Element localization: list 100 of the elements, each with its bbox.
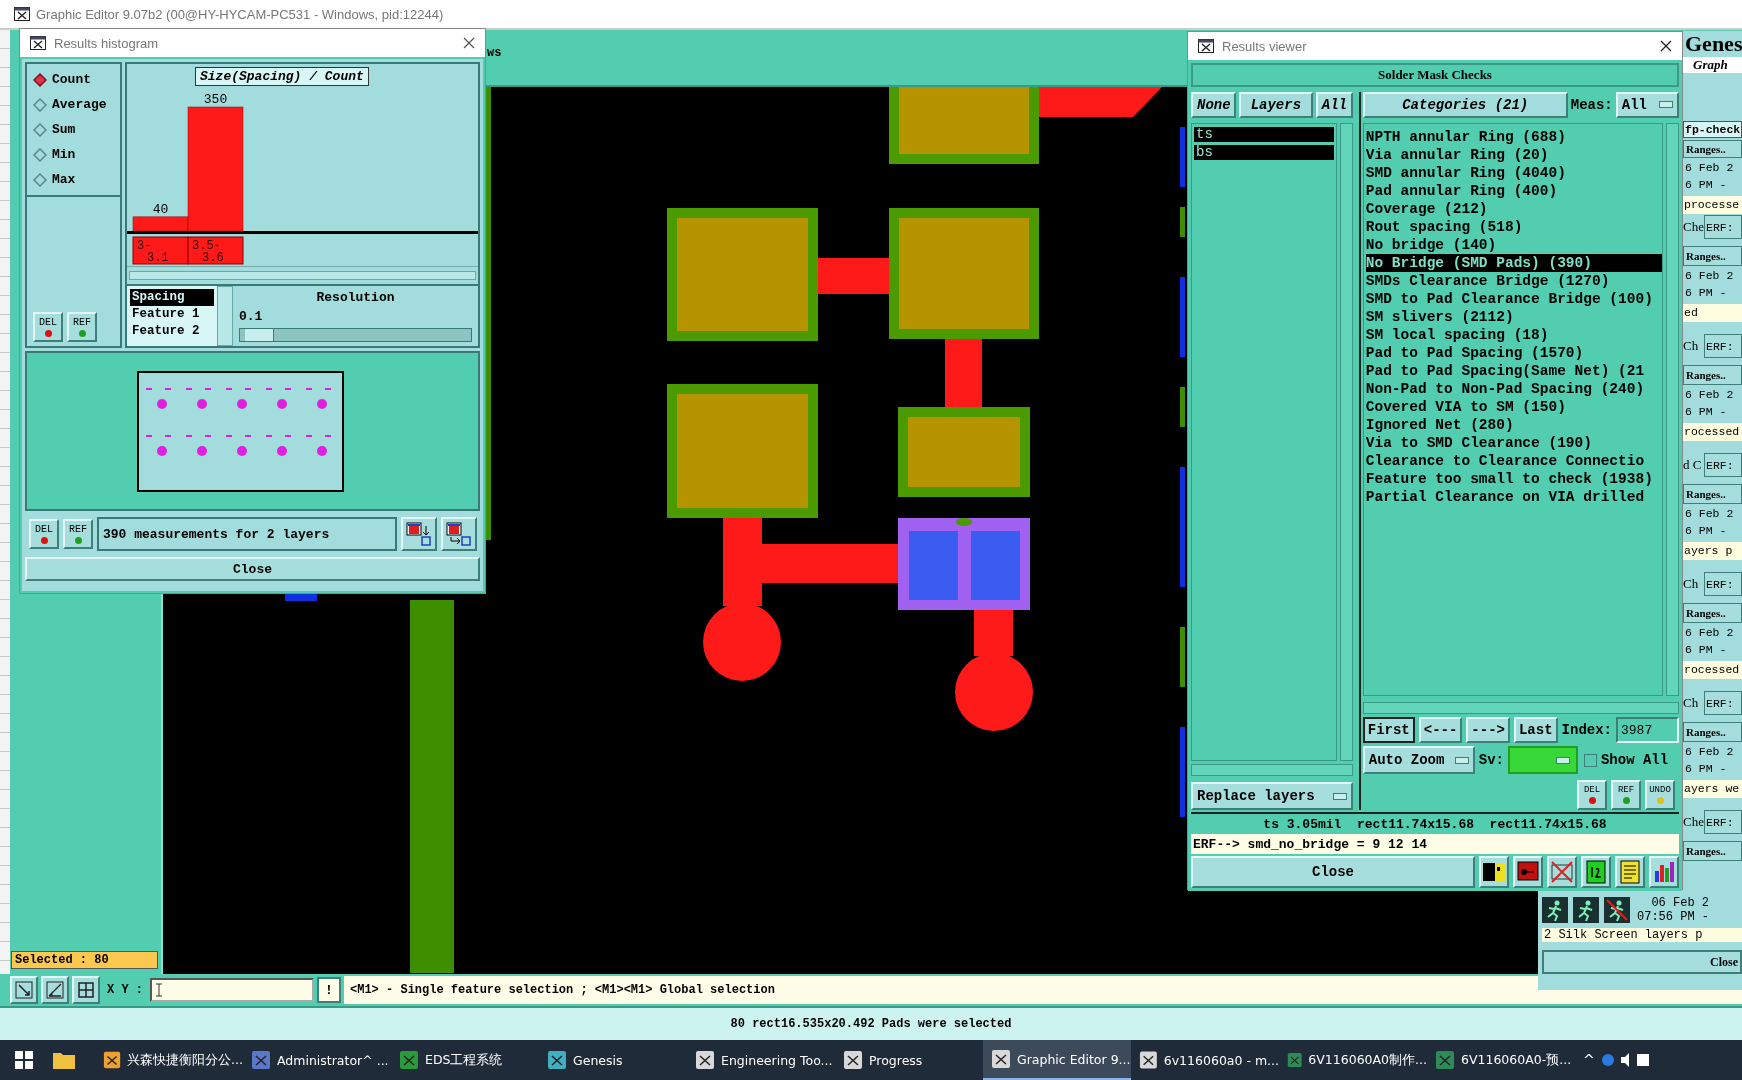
list-item[interactable]: No bridge (140) — [1365, 235, 1662, 254]
radio-icon[interactable] — [33, 122, 47, 137]
navigation-button[interactable]: ---> — [1466, 717, 1510, 744]
erf-button[interactable]: ERF: — [1704, 334, 1742, 358]
list-item[interactable]: SM local spacing (18) — [1365, 325, 1662, 344]
vertical-scrollbar[interactable] — [1666, 122, 1679, 697]
none-button[interactable]: None — [1191, 92, 1236, 118]
horizontal-scrollbar[interactable] — [1362, 702, 1679, 715]
ranges-button[interactable]: Ranges.. — [1683, 722, 1742, 742]
measure-tool-icon[interactable] — [41, 976, 69, 1004]
list-item[interactable]: Pad to Pad Spacing (1570) — [1365, 343, 1662, 362]
navigation-button[interactable]: <--- — [1418, 717, 1463, 744]
close-icon[interactable] — [1660, 40, 1672, 52]
chart-import-button[interactable] — [441, 517, 477, 551]
radio-icon[interactable] — [33, 72, 47, 87]
list-item[interactable]: bs — [1194, 144, 1334, 160]
runner-icon[interactable] — [1604, 897, 1630, 923]
taskbar-item[interactable]: Engineering Too... — [687, 1040, 835, 1080]
mode-label[interactable]: Max — [52, 172, 76, 187]
close-button[interactable]: Close — [25, 557, 480, 581]
list-item[interactable]: No Bridge (SMD Pads) (390) — [1365, 253, 1662, 272]
list-item[interactable]: Rout spacing (518) — [1365, 217, 1662, 236]
categories-button[interactable]: Categories (21) — [1362, 92, 1568, 118]
ranges-button[interactable]: Ranges.. — [1683, 140, 1742, 158]
radio-icon[interactable] — [33, 97, 47, 112]
checkbox[interactable] — [1583, 753, 1597, 767]
horizontal-scrollbar[interactable] — [129, 271, 476, 280]
taskbar-item[interactable]: Administrator^ ... — [243, 1040, 391, 1080]
navigation-button[interactable]: First — [1362, 717, 1415, 744]
zoom-mode-dropdown[interactable]: Auto Zoom — [1362, 746, 1475, 774]
taskbar-item[interactable]: 兴森快捷衡阳分公... — [95, 1040, 243, 1080]
list-item[interactable]: Covered VIA to SM (150) — [1365, 397, 1662, 416]
taskbar-label[interactable]: EDS工程系统 — [425, 1051, 503, 1069]
execute-button[interactable]: ! — [317, 977, 341, 1003]
erf-button[interactable]: ERF: — [1704, 572, 1742, 596]
index-field[interactable]: 3987 — [1616, 717, 1679, 744]
list-item[interactable]: Via to SMD Clearance (190) — [1365, 433, 1662, 452]
runner-icon[interactable] — [1573, 897, 1599, 923]
taskbar-label[interactable]: 6v116060a0 - m... — [1163, 1052, 1279, 1068]
refresh-button[interactable]: REF — [63, 519, 93, 549]
list-item[interactable]: Feature too small to check (1938) — [1365, 469, 1662, 488]
list-item[interactable]: Non-Pad to Non-Pad Spacing (240) — [1365, 379, 1662, 398]
severity-dropdown[interactable] — [1507, 746, 1578, 774]
page-icon[interactable] — [1581, 856, 1611, 888]
list-item[interactable]: Feature 1 — [130, 306, 214, 323]
checkbox-label[interactable]: Show All — [1600, 752, 1669, 768]
erf-button[interactable]: ERF: — [1704, 453, 1742, 477]
slider-thumb[interactable] — [244, 329, 274, 341]
tray-icons[interactable] — [1600, 1051, 1651, 1069]
refresh-button[interactable]: REF — [1611, 780, 1641, 810]
tray-toggle[interactable]: ^ — [1583, 1052, 1595, 1068]
navigation-button[interactable]: Last — [1513, 717, 1558, 744]
taskbar-label[interactable]: Progress — [869, 1052, 923, 1068]
close-icon[interactable] — [463, 37, 475, 49]
taskbar-item[interactable]: 6V116060A0制作... — [1279, 1040, 1427, 1080]
taskbar-label[interactable]: 兴森快捷衡阳分公... — [127, 1051, 243, 1069]
horizontal-scrollbar[interactable] — [1191, 764, 1353, 777]
replace-mode-dropdown[interactable]: Replace layers — [1191, 782, 1353, 810]
delete-button[interactable]: DEL — [29, 519, 59, 549]
list-item[interactable]: Feature 2 — [130, 323, 214, 340]
list-item[interactable]: Clearance to Clearance Connectio — [1365, 451, 1662, 470]
ranges-button[interactable]: Ranges.. — [1683, 484, 1742, 504]
taskbar-label[interactable]: 6V116060A0制作... — [1308, 1051, 1427, 1069]
taskbar-item[interactable]: Graphic Editor 9... — [983, 1040, 1131, 1080]
list-item[interactable]: NPTH annular Ring (688) — [1365, 127, 1662, 146]
runner-icon[interactable] — [1542, 897, 1568, 923]
taskbar-item[interactable]: 6V116060A0-预... — [1427, 1040, 1575, 1080]
list-item[interactable]: Pad to Pad Spacing(Same Net) (21 — [1365, 361, 1662, 380]
taskbar-label[interactable]: 6V116060A0-预... — [1461, 1051, 1572, 1069]
all-button[interactable]: All — [1315, 92, 1353, 118]
radio-icon[interactable] — [33, 172, 47, 187]
zoom-tool-icon[interactable] — [10, 976, 38, 1004]
erf-button[interactable]: ERF: — [1704, 691, 1742, 715]
delete-button[interactable]: DEL — [33, 312, 63, 342]
vertical-scrollbar[interactable] — [1339, 122, 1353, 762]
list-item[interactable]: Ignored Net (280) — [1365, 415, 1662, 434]
erf-button[interactable]: ERF: — [1704, 810, 1742, 834]
taskbar-item[interactable]: Progress — [835, 1040, 983, 1080]
folder-icon[interactable] — [53, 1051, 75, 1069]
chart-export-button[interactable] — [401, 517, 437, 551]
close-button[interactable]: Close — [1191, 856, 1475, 888]
vertical-scrollbar[interactable] — [217, 286, 233, 346]
ranges-button[interactable]: Ranges.. — [1683, 603, 1742, 623]
list-item[interactable]: SMD annular Ring (4040) — [1365, 163, 1662, 182]
measure-dropdown[interactable]: All — [1615, 92, 1679, 118]
list-item[interactable]: SMD to Pad Clearance Bridge (100) — [1365, 289, 1662, 308]
taskbar-label[interactable]: Graphic Editor 9... — [1017, 1051, 1131, 1067]
notes-icon[interactable] — [1615, 856, 1645, 888]
taskbar-item[interactable]: Genesis — [539, 1040, 687, 1080]
resolution-slider[interactable] — [239, 328, 472, 342]
monitor-icon[interactable] — [1513, 856, 1543, 888]
ranges-button[interactable]: Ranges.. — [1683, 246, 1742, 266]
taskbar-item[interactable]: 6v116060a0 - m... — [1131, 1040, 1279, 1080]
list-item[interactable]: SMDs Clearance Bridge (1270) — [1365, 271, 1662, 290]
erf-button[interactable]: ERF: — [1704, 215, 1742, 239]
ranges-button[interactable]: Ranges.. — [1683, 841, 1742, 861]
taskbar-label[interactable]: Administrator^ ... — [277, 1052, 389, 1068]
delete-button[interactable]: DEL — [1577, 780, 1607, 810]
mode-label[interactable]: Sum — [52, 122, 76, 137]
bar-chart-icon[interactable] — [1649, 856, 1679, 888]
